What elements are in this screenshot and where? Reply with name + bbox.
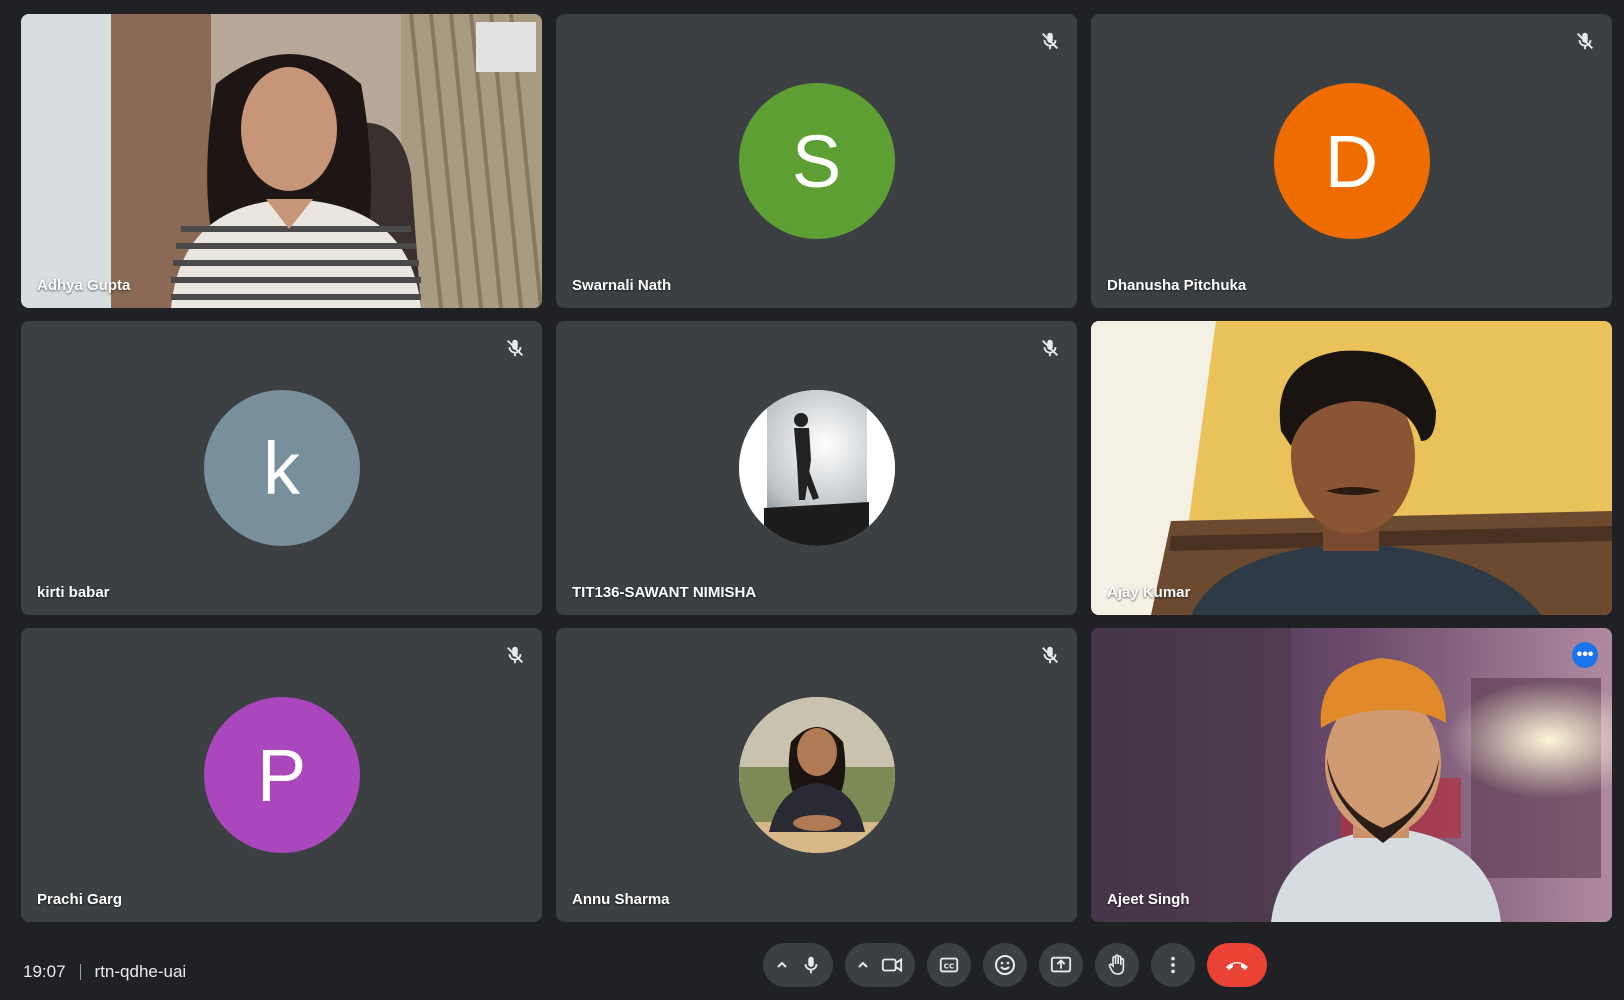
participant-video (21, 14, 542, 308)
camera-icon (881, 957, 903, 973)
camera-button[interactable] (845, 943, 915, 987)
participant-tile[interactable]: TIT136-SAWANT NIMISHA (556, 321, 1077, 615)
call-controls: CC (763, 943, 1267, 987)
end-call-icon (1226, 962, 1248, 970)
more-options-button[interactable] (1151, 943, 1195, 987)
participant-name: Dhanusha Pitchuka (1107, 277, 1247, 294)
avatar: k (203, 390, 360, 546)
mic-off-icon (1042, 339, 1058, 357)
chevron-up-icon[interactable] (775, 958, 789, 972)
participant-video (1091, 628, 1612, 922)
participant-grid: Adhya Gupta S Swarnali Nath D Dhanusha P… (21, 14, 1612, 922)
participant-name: Annu Sharma (572, 891, 670, 908)
participant-name: Prachi Garg (37, 891, 123, 908)
mic-off-icon (1577, 32, 1593, 50)
avatar: P (203, 697, 360, 853)
captions-button[interactable]: CC (927, 943, 971, 987)
hand-icon (1108, 954, 1125, 975)
participant-name: Adhya Gupta (37, 277, 131, 294)
participant-name: Ajeet Singh (1107, 891, 1190, 908)
present-screen-icon (1050, 956, 1072, 973)
meeting-time: 19:07 (23, 962, 66, 981)
captions-icon: CC (939, 957, 959, 973)
participant-video (1091, 321, 1612, 615)
bottom-control-bar: 19:07 rtn-qdhe-uai CC (0, 934, 1624, 1000)
meeting-code: rtn-qdhe-uai (94, 962, 187, 981)
avatar-photo (738, 697, 895, 853)
mic-off-icon (507, 339, 523, 357)
avatar-initial: P (256, 733, 307, 817)
avatar: S (738, 83, 895, 239)
svg-text:CC: CC (944, 962, 955, 971)
mic-off-icon (1042, 646, 1058, 664)
participant-tile[interactable]: Ajay Kumar (1091, 321, 1612, 615)
participant-name: Ajay Kumar (1107, 584, 1191, 601)
mic-off-icon (507, 646, 523, 664)
participant-tile[interactable]: Annu Sharma (556, 628, 1077, 922)
reactions-button[interactable] (983, 943, 1027, 987)
avatar: D (1273, 83, 1430, 239)
avatar-initial: D (1324, 119, 1379, 203)
participant-tile[interactable]: P Prachi Garg (21, 628, 542, 922)
avatar-initial: S (791, 119, 842, 203)
participant-tile[interactable]: S Swarnali Nath (556, 14, 1077, 308)
raise-hand-button[interactable] (1095, 943, 1139, 987)
more-options-badge[interactable]: ••• (1572, 642, 1598, 668)
divider (79, 964, 81, 980)
participant-tile[interactable]: Adhya Gupta (21, 14, 542, 308)
more-vert-icon (1171, 956, 1175, 974)
participant-tile-active[interactable]: ••• Ajeet Singh (1091, 628, 1612, 922)
present-button[interactable] (1039, 943, 1083, 987)
participant-tile[interactable]: k kirti babar (21, 321, 542, 615)
participant-tile[interactable]: D Dhanusha Pitchuka (1091, 14, 1612, 308)
microphone-icon (804, 956, 817, 974)
avatar-photo (738, 390, 895, 546)
leave-call-button[interactable] (1207, 943, 1267, 987)
chevron-up-icon[interactable] (856, 958, 870, 972)
meeting-info: 19:07 rtn-qdhe-uai (23, 962, 186, 982)
participant-name: Swarnali Nath (572, 277, 672, 294)
participant-name: TIT136-SAWANT NIMISHA (572, 584, 757, 601)
microphone-button[interactable] (763, 943, 833, 987)
mic-off-icon (1042, 32, 1058, 50)
participant-name: kirti babar (37, 584, 110, 601)
avatar-initial: k (263, 426, 300, 510)
emoji-icon (995, 955, 1015, 975)
